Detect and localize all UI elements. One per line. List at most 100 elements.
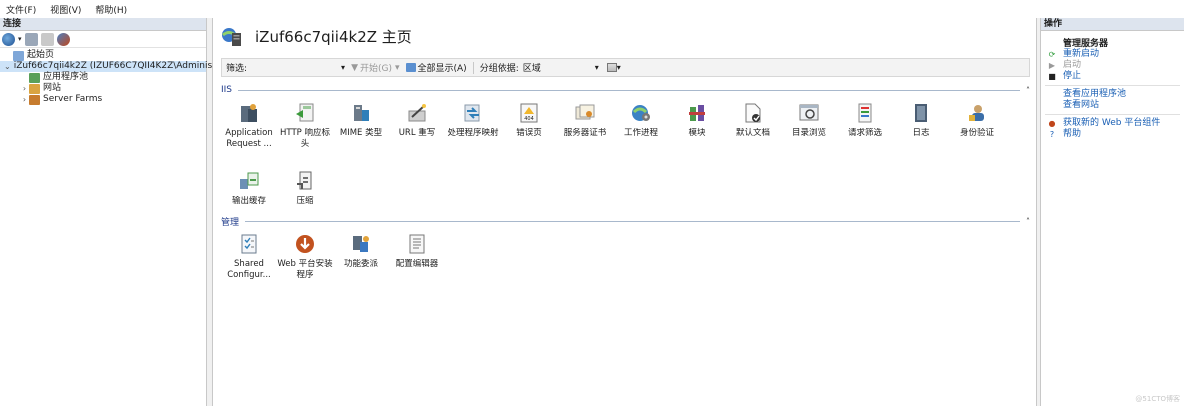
output-cache-icon: [238, 170, 260, 192]
worker-process-icon: [630, 102, 652, 124]
feature-default-doc[interactable]: 默认文档: [725, 100, 781, 168]
action-item[interactable]: 查看应用程序池: [1041, 89, 1184, 100]
expand-icon[interactable]: ›: [20, 83, 29, 94]
feature-handler[interactable]: 处理程序映射: [445, 100, 501, 168]
page-header: iZuf66c7qii4k2Z 主页: [221, 26, 412, 47]
feature-label: 配置编辑器: [395, 259, 439, 269]
action-item: ▶ 启动: [1041, 60, 1184, 71]
funnel-icon: ▼: [351, 62, 358, 73]
feature-request-filter[interactable]: 请求筛选: [837, 100, 893, 168]
feature-label: 日志: [912, 128, 930, 138]
group-by-select[interactable]: 区域 ▾: [521, 61, 601, 74]
menu-bar: 文件(F) 视图(V) 帮助(H): [0, 0, 1184, 18]
tree-item-label: 网站: [43, 83, 62, 93]
action-link[interactable]: 获取新的 Web 平台组件: [1063, 118, 1160, 129]
up-icon[interactable]: [40, 32, 54, 46]
start-dropdown-icon[interactable]: ▾: [395, 63, 400, 73]
start-filter-button[interactable]: ▼ 开始(G): [351, 61, 392, 75]
tree-item[interactable]: › 网站: [0, 83, 206, 94]
filter-bar: 筛选: ▾ ▼ 开始(G) ▾ 全部显示(A) 分组依据: 区域 ▾ ▾: [221, 58, 1030, 77]
connect-dropdown-icon[interactable]: ▾: [18, 35, 22, 43]
main-content: iZuf66c7qii4k2Z 主页 筛选: ▾ ▼ 开始(G) ▾ 全部显示(…: [212, 18, 1037, 406]
expand-icon[interactable]: ›: [20, 94, 29, 105]
action-link[interactable]: 查看网站: [1063, 100, 1099, 111]
chevron-down-icon: ▾: [594, 63, 599, 72]
menu-help[interactable]: 帮助(H): [95, 3, 127, 16]
actions-group-title: 管理服务器: [1063, 39, 1109, 49]
action-link[interactable]: 查看应用程序池: [1063, 89, 1126, 100]
feature-arr[interactable]: Application Request ...: [221, 100, 277, 168]
feature-label: 错误页: [516, 128, 542, 138]
menu-view[interactable]: 视图(V): [50, 3, 81, 16]
feature-label: 目录浏览: [791, 128, 826, 138]
web-pi-icon: [294, 233, 316, 255]
tree-item[interactable]: 应用程序池: [0, 72, 206, 83]
feature-delegation[interactable]: 功能委派: [333, 231, 389, 299]
start-filter-label: 开始(G): [359, 64, 392, 74]
feature-error-page[interactable]: 404 错误页: [501, 100, 557, 168]
show-all-button[interactable]: 全部显示(A): [405, 61, 467, 74]
action-link[interactable]: 帮助: [1063, 129, 1081, 140]
feature-config-editor[interactable]: 配置编辑器: [389, 231, 445, 299]
action-item[interactable]: ■ 停止: [1041, 71, 1184, 82]
collapse-icon[interactable]: ˄: [1026, 217, 1030, 226]
tree-item-label: iZuf66c7qii4k2Z (IZUF66C7QII4K2Z\Adminis…: [13, 61, 242, 71]
connect-icon[interactable]: [2, 32, 15, 46]
tree-node-icon: [29, 83, 40, 94]
handler-icon: [462, 102, 484, 124]
feature-label: 身份验证: [959, 128, 994, 138]
tree-item-label: 应用程序池: [43, 72, 89, 82]
actions-separator: [1045, 114, 1180, 115]
feature-dir-browse[interactable]: 目录浏览: [781, 100, 837, 168]
watermark: @51CTO博客: [1135, 395, 1180, 403]
section-header-iis[interactable]: IIS ˄: [221, 84, 1030, 96]
action-link[interactable]: 停止: [1063, 71, 1081, 82]
toolbar-separator: [472, 61, 474, 74]
feature-http-headers[interactable]: HTTP 响应标头: [277, 100, 333, 168]
collapse-icon[interactable]: ˄: [1026, 86, 1030, 95]
feature-label: 压缩: [296, 196, 314, 206]
expand-icon[interactable]: ⌄: [4, 61, 11, 72]
filter-dropdown-icon[interactable]: ▾: [341, 63, 345, 72]
feature-label: Application Request ...: [225, 128, 273, 149]
certificate-icon: [574, 102, 596, 124]
action-item[interactable]: ● 获取新的 Web 平台组件: [1041, 118, 1184, 129]
feature-shared-config[interactable]: Shared Configur...: [221, 231, 277, 299]
http-headers-icon: [294, 102, 316, 124]
tree-node-icon: [29, 72, 40, 83]
auth-icon: [966, 102, 988, 124]
action-item[interactable]: 查看网站: [1041, 100, 1184, 111]
feature-url-rewrite[interactable]: URL 重写: [389, 100, 445, 168]
section-management: 管理 ˄ Shared Configur... Web 平台安装程序 功能委派 配置编…: [221, 215, 1030, 299]
filter-input[interactable]: [249, 61, 340, 74]
page-title: iZuf66c7qii4k2Z 主页: [255, 28, 412, 46]
url-rewrite-icon: [406, 102, 428, 124]
tree-item[interactable]: › Server Farms: [0, 94, 206, 105]
feature-label: Web 平台安装程序: [277, 259, 333, 280]
disconnect-icon[interactable]: [56, 32, 70, 46]
feature-logging[interactable]: 日志: [893, 100, 949, 168]
feature-worker-process[interactable]: 工作进程: [613, 100, 669, 168]
feature-web-pi[interactable]: Web 平台安装程序: [277, 231, 333, 299]
feature-certificate[interactable]: 服务器证书: [557, 100, 613, 168]
feature-label: 输出缓存: [231, 196, 266, 206]
feature-label: 默认文档: [735, 128, 770, 138]
feature-label: URL 重写: [398, 128, 436, 138]
shared-config-icon: [238, 233, 260, 255]
menu-file[interactable]: 文件(F): [6, 3, 36, 16]
delegation-icon: [350, 233, 372, 255]
svg-text:404: 404: [524, 116, 534, 122]
action-link[interactable]: 重新启动: [1063, 49, 1099, 60]
section-header-management[interactable]: 管理 ˄: [221, 215, 1030, 228]
action-item[interactable]: ? 帮助: [1041, 129, 1184, 140]
save-icon[interactable]: [24, 32, 38, 46]
help-icon: ?: [1049, 130, 1055, 139]
action-item[interactable]: ⟳ 重新启动: [1041, 49, 1184, 60]
tree-item[interactable]: ⌄ iZuf66c7qii4k2Z (IZUF66C7QII4K2Z\Admini…: [0, 61, 241, 72]
view-toggle-button[interactable]: ▾: [606, 63, 621, 72]
feature-mime[interactable]: MIME 类型: [333, 100, 389, 168]
feature-auth[interactable]: 身份验证: [949, 100, 1005, 168]
arr-icon: [238, 102, 260, 124]
tree-item[interactable]: 起始页: [0, 50, 206, 61]
feature-modules[interactable]: 模块: [669, 100, 725, 168]
